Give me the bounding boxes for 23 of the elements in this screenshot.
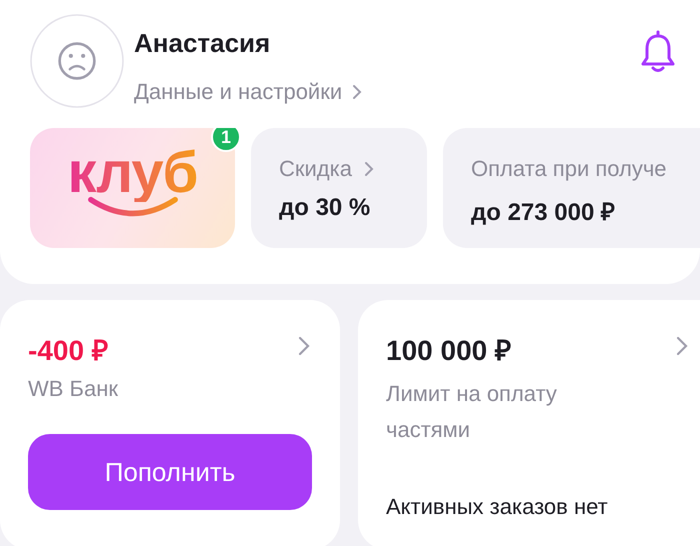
tile-value: до 273 000 ₽ (471, 198, 616, 227)
notification-badge: 1 (211, 128, 241, 152)
tile-title: Скидка (279, 156, 352, 182)
finance-card[interactable]: 100 000 ₽ Лимит на оплату частями Активных заказов нет (358, 300, 700, 546)
chevron-icon (676, 336, 688, 356)
settings-link[interactable]: Данные и настройки (134, 79, 640, 105)
amount: 100 000 ₽ (386, 334, 511, 368)
card-label: WB Банк (28, 376, 119, 402)
tile-value: до 30 % (279, 194, 372, 222)
orders-note: Активных заказов нет (386, 494, 609, 520)
card-label: Лимит на оплату частями (386, 380, 558, 444)
finance-card[interactable]: -400 ₽ WB Банк Пополнить (0, 300, 340, 546)
chevron-icon (298, 336, 310, 356)
tile-title: Оплата при получе (471, 156, 667, 182)
info-tile[interactable]: Скидка до 30 % (251, 128, 427, 248)
chevron-icon (352, 84, 362, 100)
bell-icon[interactable] (640, 30, 676, 74)
info-tile[interactable]: Оплата при получе до 273 000 ₽ (443, 128, 700, 248)
avatar-icon[interactable] (30, 14, 124, 108)
top-up-button[interactable]: Пополнить (28, 434, 312, 510)
chevron-icon (364, 161, 374, 177)
user-name: Анастасия (134, 28, 272, 59)
amount: -400 ₽ (28, 334, 108, 368)
